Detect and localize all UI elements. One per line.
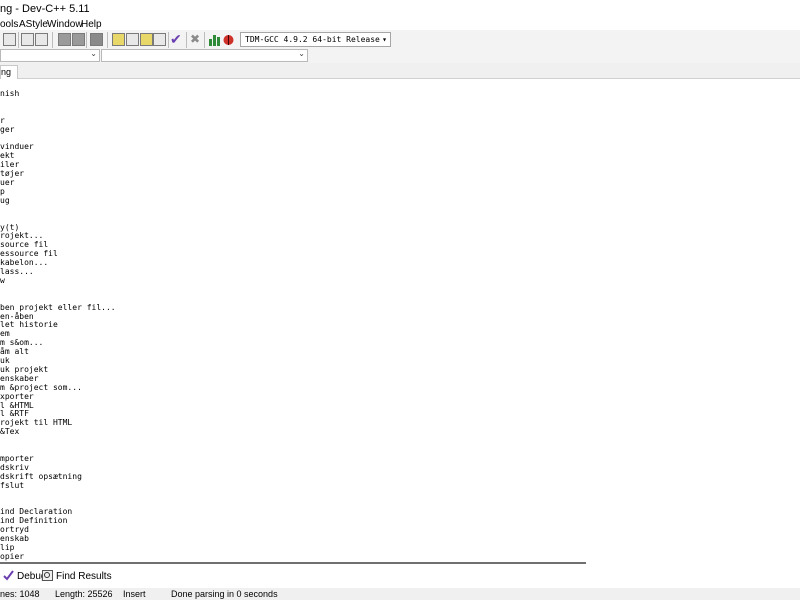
indent-icon[interactable] xyxy=(21,33,34,46)
code-line: enskab xyxy=(0,534,29,543)
code-line: mporter xyxy=(0,453,34,463)
code-line: åm alt xyxy=(0,347,29,357)
code-line: ind Declaration xyxy=(0,507,73,517)
code-line: &Tex xyxy=(0,427,20,437)
code-line: ortryd xyxy=(0,525,29,535)
compiler-select[interactable]: TDM-GCC 4.9.2 64-bit Release ▾ xyxy=(240,32,391,47)
syntax-check-icon[interactable]: ✔ xyxy=(170,31,182,48)
forward-icon[interactable] xyxy=(72,33,85,46)
toolbar-separator xyxy=(168,32,169,48)
status-length: Length: 25526 xyxy=(55,589,113,599)
code-line: tøjer xyxy=(0,169,25,179)
tab-find-results-label: Find Results xyxy=(56,571,112,582)
code-line: lass... xyxy=(0,267,34,276)
code-editor[interactable]: nish r ger vinduer ekt iler tøjer uer p ug y(t) roj… xyxy=(0,80,800,562)
code-line: fslut xyxy=(0,480,25,490)
compile-run-icon[interactable] xyxy=(140,33,153,46)
bottom-panel-tabs: Debug Find Results xyxy=(0,566,800,588)
code-line: ben projekt eller fil... xyxy=(0,302,116,312)
stop-icon[interactable]: ✖ xyxy=(190,32,200,46)
horizontal-scrollbar[interactable] xyxy=(0,562,586,564)
toolbar-separator xyxy=(204,32,205,48)
bookmark-icon[interactable] xyxy=(90,33,103,46)
code-line: dskrift opsætning xyxy=(0,471,82,481)
code-line: kabelon... xyxy=(0,258,49,268)
code-line: dskriv xyxy=(0,462,29,472)
code-line: l &HTML xyxy=(0,400,34,410)
status-mode: Insert xyxy=(123,589,146,599)
code-line: vinduer xyxy=(0,142,34,152)
code-line: en-åben xyxy=(0,311,34,321)
tab-debug[interactable]: Debug xyxy=(3,570,46,584)
code-line: uk xyxy=(0,356,10,365)
toolbar-separator xyxy=(186,32,187,48)
chevron-down-icon: ⌄ xyxy=(90,49,97,58)
unindent-icon[interactable] xyxy=(35,33,48,46)
compile-icon[interactable] xyxy=(112,33,125,46)
code-line: w xyxy=(0,275,5,285)
title-bar: ng - Dev-C++ 5.11 xyxy=(0,0,800,18)
back-icon[interactable] xyxy=(58,33,71,46)
code-line: l &RTF xyxy=(0,409,29,419)
toolbar-separator xyxy=(52,32,53,48)
code-line: em xyxy=(0,329,10,339)
tab-label: ng xyxy=(1,67,12,77)
window-title: ng - Dev-C++ 5.11 xyxy=(0,3,90,15)
code-line: uer xyxy=(0,178,15,187)
debug-bug-icon[interactable] xyxy=(222,33,235,46)
status-parse: Done parsing in 0 seconds xyxy=(171,589,278,599)
chart-icon[interactable] xyxy=(208,33,221,46)
code-line: iler xyxy=(0,160,20,170)
code-line: ger xyxy=(0,124,15,134)
class-browser-bar: ⌄ ⌄ xyxy=(0,48,800,63)
code-line: ekt xyxy=(0,151,15,161)
compiler-select-value: TDM-GCC 4.9.2 64-bit Release xyxy=(245,35,380,44)
rebuild-icon[interactable] xyxy=(153,33,166,46)
code-line: nish xyxy=(0,89,20,98)
code-line: opier xyxy=(0,551,25,561)
tab-find-results[interactable]: Find Results xyxy=(42,570,112,584)
toolbar: ✔ ✖ xyxy=(0,30,800,50)
toolbar-separator xyxy=(86,32,87,48)
chevron-down-icon: ⌄ xyxy=(298,49,305,58)
member-combo[interactable]: ⌄ xyxy=(101,49,308,62)
find-results-icon xyxy=(42,570,53,581)
code-line: essource fil xyxy=(0,249,58,259)
status-lines: nes: 1048 xyxy=(0,589,40,599)
code-line: enskaber xyxy=(0,373,39,383)
tab-editor-file[interactable]: ng xyxy=(0,65,19,79)
code-line: rojekt... xyxy=(0,231,44,241)
code-line: p xyxy=(0,186,5,196)
code-line: r xyxy=(0,115,5,125)
code-line: ind Definition xyxy=(0,516,68,526)
check-icon xyxy=(3,570,14,581)
editor-tabs: ng xyxy=(0,63,800,79)
code-line: uk projekt xyxy=(0,364,49,374)
run-icon[interactable] xyxy=(126,33,139,46)
code-line: source fil xyxy=(0,240,49,250)
find-icon[interactable] xyxy=(3,33,16,46)
class-combo[interactable]: ⌄ xyxy=(0,49,100,62)
code-line: let historie xyxy=(0,320,58,330)
code-line: rojekt til HTML xyxy=(0,418,73,428)
toolbar-separator xyxy=(18,32,19,48)
code-line: m &project som... xyxy=(0,382,82,392)
toolbar-separator xyxy=(107,32,108,48)
chevron-down-icon: ▾ xyxy=(382,35,387,44)
code-line: ug xyxy=(0,195,10,205)
code-line: y(t) xyxy=(0,222,20,232)
status-bar: nes: 1048 Length: 25526 Insert Done pars… xyxy=(0,588,800,600)
code-line: xporter xyxy=(0,391,34,401)
code-line: lip xyxy=(0,542,15,552)
code-line: m s&om... xyxy=(0,338,44,348)
